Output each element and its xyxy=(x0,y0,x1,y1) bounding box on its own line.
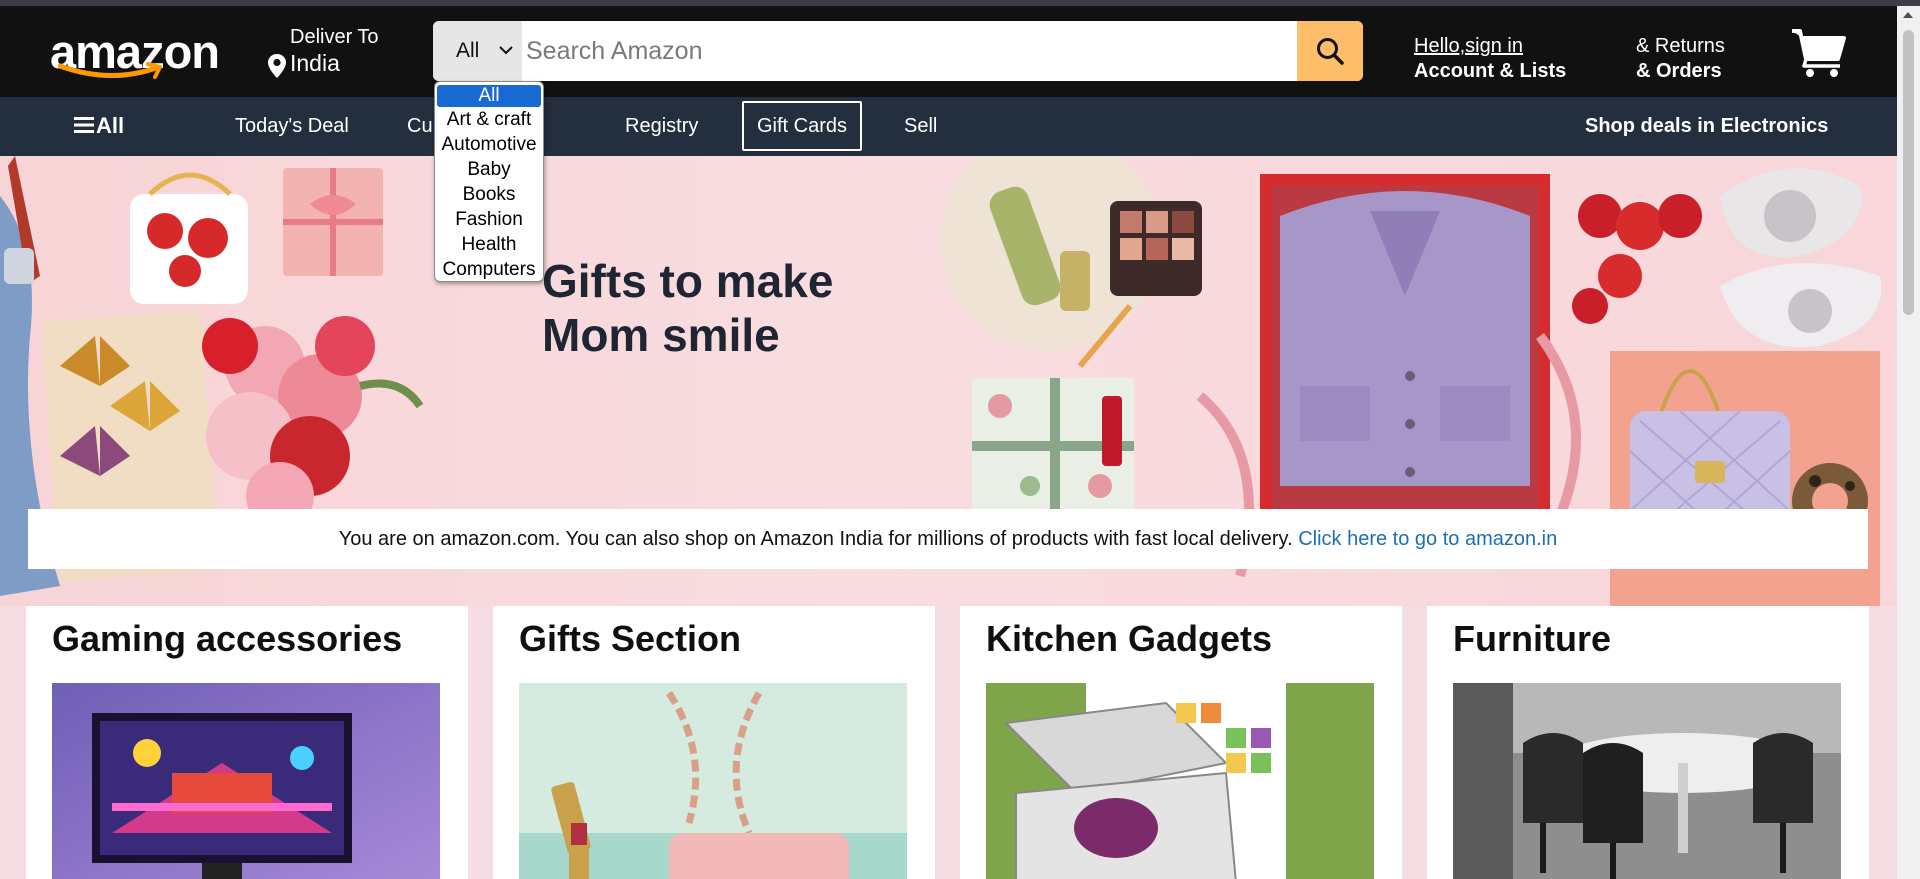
page-scrollbar[interactable] xyxy=(1897,6,1920,879)
kitchen-image[interactable] xyxy=(986,683,1374,879)
card-title: Furniture xyxy=(1453,618,1611,659)
region-notice: You are on amazon.com. You can also shop… xyxy=(28,509,1868,569)
hero-title: Gifts to make Mom smile xyxy=(542,254,833,362)
card-title: Gifts Section xyxy=(519,618,742,659)
all-menu-label: All xyxy=(96,113,125,138)
returns-orders[interactable]: & Returns & Orders xyxy=(1636,35,1725,83)
category-option-fashion[interactable]: Fashion xyxy=(435,207,543,232)
category-option-computers[interactable]: Computers xyxy=(435,257,543,281)
all-menu-button[interactable]: All xyxy=(74,113,124,139)
category-card-furniture[interactable]: Furniture xyxy=(1427,606,1869,879)
nav-registry[interactable]: Registry xyxy=(625,115,698,138)
go-to-amazon-in-link[interactable]: Click here to go to amazon.in xyxy=(1298,528,1557,550)
category-option-all[interactable]: All xyxy=(437,85,541,107)
search-category-select[interactable]: All xyxy=(433,21,522,81)
category-option-automotive[interactable]: Automotive xyxy=(435,132,543,157)
hero-title-line-1: Gifts to make xyxy=(542,255,834,307)
search-input[interactable] xyxy=(522,21,1271,81)
cart-icon[interactable] xyxy=(1790,26,1846,78)
scrollbar-thumb[interactable] xyxy=(1903,30,1914,315)
map-pin-icon xyxy=(268,54,286,78)
account-menu[interactable]: Hello,sign in Account & Lists xyxy=(1414,35,1566,83)
card-title: Kitchen Gadgets xyxy=(986,618,1273,659)
chevron-down-icon xyxy=(499,46,513,55)
gaming-monitor-image xyxy=(52,683,440,879)
nav-gift-cards[interactable]: Gift Cards xyxy=(742,101,862,151)
gifts-image[interactable] xyxy=(519,683,907,879)
nav-customer-service-start: Cu xyxy=(407,115,433,137)
gifts-bag-image xyxy=(519,683,907,879)
search-button[interactable] xyxy=(1297,21,1363,81)
category-option-books[interactable]: Books xyxy=(435,182,543,207)
scroll-up-arrow-icon[interactable] xyxy=(1903,12,1913,18)
hero-title-line-2: Mom smile xyxy=(542,309,780,361)
category-option-health[interactable]: Health xyxy=(435,232,543,257)
nav-todays-deal[interactable]: Today's Deal xyxy=(235,115,349,138)
category-card-gaming[interactable]: Gaming accessories xyxy=(26,606,468,879)
sub-navigation: All Today's Deal Cuice Registry Gift Car… xyxy=(0,97,1897,156)
furniture-office-image xyxy=(1453,683,1841,879)
logo-smile-icon xyxy=(58,62,162,79)
nav-shop-deals-electronics[interactable]: Shop deals in Electronics xyxy=(1585,115,1828,138)
gaming-image[interactable] xyxy=(52,683,440,879)
menu-icon xyxy=(74,117,94,133)
site-header: amazon Deliver To India All Hello,sign i… xyxy=(0,6,1897,97)
account-lists-label: Account & Lists xyxy=(1414,60,1567,82)
search-icon xyxy=(1317,38,1344,65)
deliver-location: India xyxy=(290,50,340,76)
category-card-kitchen[interactable]: Kitchen Gadgets xyxy=(960,606,1402,879)
nav-sell[interactable]: Sell xyxy=(904,115,937,138)
returns-label: & Returns xyxy=(1636,35,1725,57)
furniture-image[interactable] xyxy=(1453,683,1841,879)
kitchen-chopper-image xyxy=(986,683,1374,879)
category-option-art-craft[interactable]: Art & craft xyxy=(435,107,543,132)
search-category-value: All xyxy=(456,39,480,62)
category-option-baby[interactable]: Baby xyxy=(435,157,543,182)
sign-in-link[interactable]: Hello,sign in xyxy=(1414,35,1566,58)
card-title: Gaming accessories xyxy=(52,618,403,659)
search-bar: All xyxy=(433,21,1363,81)
orders-label: & Orders xyxy=(1636,60,1722,82)
category-card-gifts[interactable]: Gifts Section xyxy=(493,606,935,879)
region-notice-text: You are on amazon.com. You can also shop… xyxy=(338,528,1293,550)
category-dropdown[interactable]: All Art & craft Automotive Baby Books Fa… xyxy=(434,81,544,282)
deliver-label: Deliver To xyxy=(290,26,379,48)
